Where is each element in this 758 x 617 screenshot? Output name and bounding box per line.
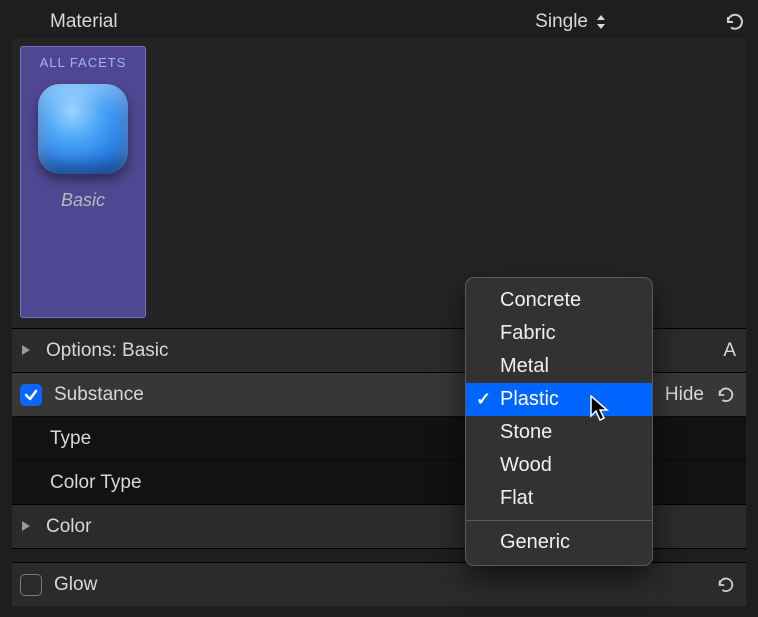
options-right-text: A	[723, 340, 736, 362]
glow-row: Glow	[12, 562, 746, 606]
checkmark-icon: ✓	[476, 389, 491, 410]
material-thumbnail	[38, 84, 128, 174]
reset-icon[interactable]	[716, 386, 736, 404]
dropdown-item-concrete[interactable]: Concrete	[466, 284, 652, 317]
dropdown-item-stone[interactable]: Stone	[466, 416, 652, 449]
substance-checkbox[interactable]	[20, 384, 42, 406]
dropdown-separator	[466, 520, 652, 521]
facet-card[interactable]: ALL FACETS Basic	[20, 46, 146, 318]
dropdown-item-metal[interactable]: Metal	[466, 350, 652, 383]
disclosure-triangle-icon[interactable]	[20, 340, 34, 362]
facet-name: Basic	[61, 190, 105, 211]
material-mode-value: Single	[535, 11, 588, 33]
material-header-label: Material	[50, 11, 535, 33]
glow-label: Glow	[54, 574, 716, 596]
dropdown-item-wood[interactable]: Wood	[466, 449, 652, 482]
disclosure-triangle-icon[interactable]	[20, 516, 34, 538]
dropdown-item-plastic[interactable]: ✓ Plastic	[466, 383, 652, 416]
glow-checkbox[interactable]	[20, 574, 42, 596]
material-mode-select[interactable]: Single	[535, 11, 724, 33]
dropdown-item-flat[interactable]: Flat	[466, 482, 652, 515]
updown-icon	[596, 14, 606, 30]
reset-icon[interactable]	[716, 576, 736, 594]
substance-hide-label[interactable]: Hide	[665, 384, 704, 406]
dropdown-item-generic[interactable]: Generic	[466, 526, 652, 559]
all-facets-label: ALL FACETS	[40, 55, 127, 70]
reset-icon[interactable]	[724, 12, 746, 32]
substance-dropdown[interactable]: Concrete Fabric Metal ✓ Plastic Stone Wo…	[465, 277, 653, 566]
dropdown-item-fabric[interactable]: Fabric	[466, 317, 652, 350]
